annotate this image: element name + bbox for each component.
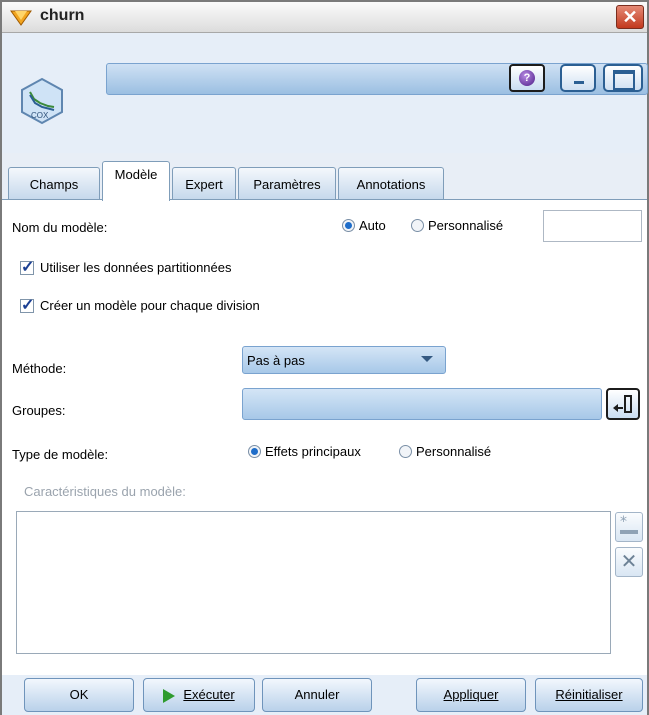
cancel-button[interactable]: Annuler	[262, 678, 372, 712]
node-icon-label: COX	[31, 111, 49, 120]
custom-type-label: Personnalisé	[416, 444, 492, 459]
dialog-window: churn ✕ COX ? Champs Modèle Expert Param…	[0, 0, 649, 715]
main-effects-radio[interactable]	[248, 445, 261, 458]
method-label: Méthode:	[12, 361, 67, 376]
field-picker-icon	[613, 395, 632, 413]
model-name-auto-radio[interactable]	[342, 219, 355, 232]
model-type-label: Type de modèle:	[12, 447, 109, 462]
reset-label: Réinitialiser	[555, 687, 623, 702]
model-name-custom-radio[interactable]	[411, 219, 424, 232]
cox-node-icon: COX	[21, 77, 63, 125]
build-per-split-checkbox[interactable]	[20, 295, 34, 315]
build-per-split-label: Créer un modèle pour chaque division	[40, 298, 260, 313]
window-title: churn	[40, 7, 85, 24]
model-terms-list[interactable]	[16, 511, 611, 654]
tab-bar: Champs Modèle Expert Paramètres Annotati…	[2, 159, 647, 201]
tab-model[interactable]: Modèle	[102, 161, 170, 201]
groups-label: Groupes:	[12, 403, 66, 418]
custom-type-radio[interactable]	[399, 445, 412, 458]
run-button[interactable]: Exécuter	[143, 678, 255, 712]
use-partitioned-checkbox[interactable]	[20, 257, 34, 277]
main-effects-label: Effets principaux	[265, 444, 361, 459]
model-name-input[interactable]	[543, 210, 642, 242]
model-terms-label: Caractéristiques du modèle:	[24, 484, 186, 499]
help-icon: ?	[519, 70, 535, 86]
tab-fields[interactable]: Champs	[8, 167, 100, 199]
delete-term-icon[interactable]: ✕	[615, 547, 643, 577]
close-button[interactable]: ✕	[616, 5, 644, 29]
add-term-glyph: *	[620, 514, 638, 534]
tab-expert[interactable]: Expert	[172, 167, 236, 199]
ok-button[interactable]: OK	[24, 678, 134, 712]
tab-annotations[interactable]: Annotations	[338, 167, 444, 199]
help-button[interactable]: ?	[509, 64, 545, 92]
add-term-icon[interactable]: *	[615, 512, 643, 542]
model-panel: Nom du modèle: Auto Personnalisé Utilise…	[2, 199, 647, 675]
tab-settings[interactable]: Paramètres	[238, 167, 336, 199]
footer-bar: OK Exécuter Annuler Appliquer Réinitiali…	[2, 675, 647, 715]
title-bar: churn ✕	[2, 2, 647, 33]
reset-button[interactable]: Réinitialiser	[535, 678, 643, 712]
minimize-button[interactable]	[560, 64, 596, 92]
model-name-label: Nom du modèle:	[12, 220, 108, 235]
node-diamond-icon	[10, 10, 32, 26]
method-value: Pas à pas	[247, 353, 305, 368]
maximize-button[interactable]	[603, 64, 643, 92]
play-icon	[163, 688, 176, 703]
apply-button[interactable]: Appliquer	[416, 678, 526, 712]
groups-field[interactable]	[242, 388, 602, 420]
use-partitioned-label: Utiliser les données partitionnées	[40, 260, 232, 275]
node-header: COX ?	[2, 33, 648, 153]
apply-label: Appliquer	[443, 687, 499, 702]
svg-text:*: *	[620, 514, 627, 530]
run-label: Exécuter	[183, 687, 235, 702]
method-select[interactable]: Pas à pas	[242, 346, 446, 374]
field-picker-button[interactable]	[606, 388, 640, 420]
model-name-custom-label: Personnalisé	[428, 218, 504, 233]
chevron-down-icon	[421, 356, 433, 362]
model-name-auto-label: Auto	[359, 218, 386, 233]
